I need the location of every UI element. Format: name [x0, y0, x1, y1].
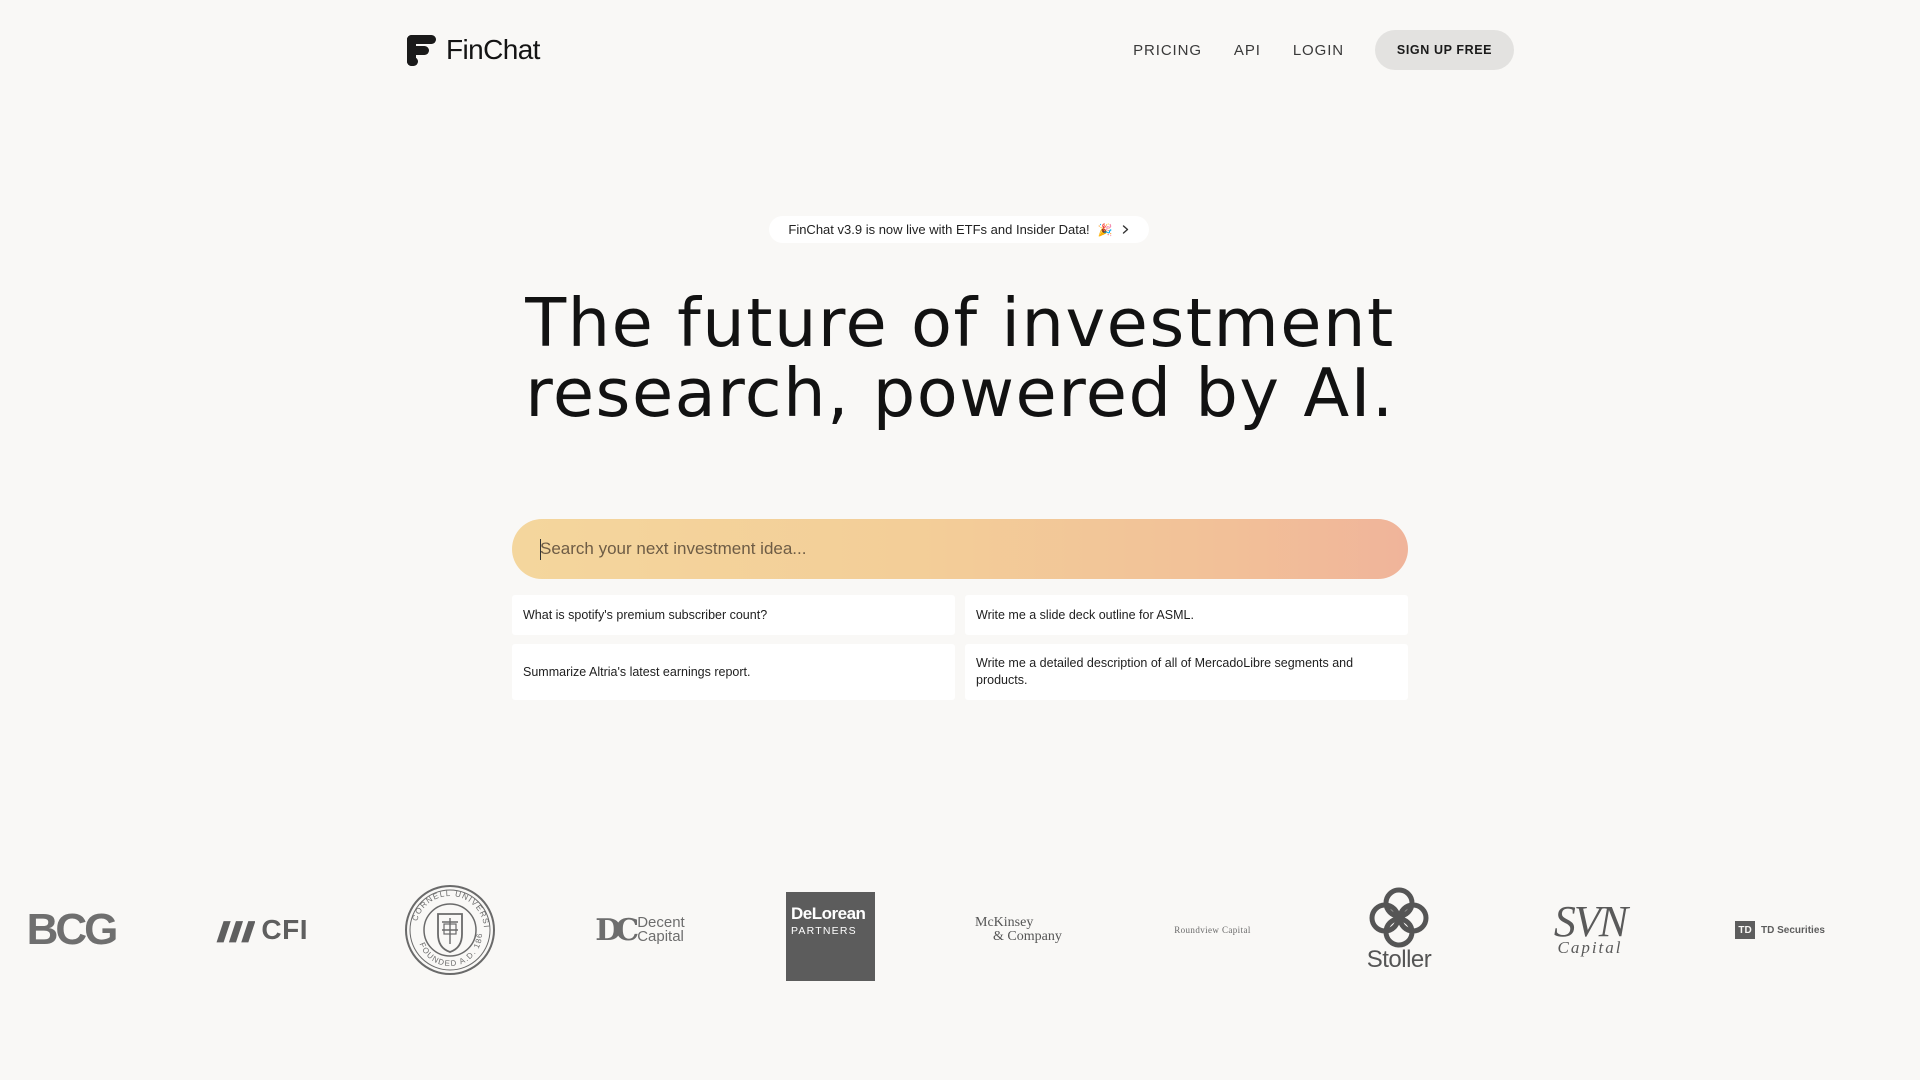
mckinsey-logo: McKinsey & Company: [975, 880, 1067, 980]
suggestion-card[interactable]: Write me a slide deck outline for ASML.: [965, 595, 1408, 635]
hero-title-line-1: The future of investment: [525, 284, 1395, 362]
suggestion-card[interactable]: Summarize Altria's latest earnings repor…: [512, 644, 955, 700]
signup-button[interactable]: SIGN UP FREE: [1375, 30, 1514, 70]
cfi-text: CFI: [261, 914, 308, 945]
nav-link-pricing[interactable]: PRICING: [1133, 42, 1202, 59]
cornell-seal-icon: CORNELL UNIVERSITY FOUNDED A.D. 1865: [404, 884, 495, 975]
brand-name: FinChat: [446, 34, 540, 65]
delorean-partners-logo: DeLorean PARTNERS: [786, 892, 875, 981]
mckinsey-text-2: & Company: [993, 929, 1062, 944]
landing-page: FinChat PRICING API LOGIN SIGN UP FREE F…: [0, 0, 1920, 1080]
svn-capital-logo: SVN Capital: [1540, 880, 1640, 980]
search-bar[interactable]: [512, 519, 1408, 579]
decent-capital-logo: DC Decent Capital: [594, 880, 686, 980]
td-securities-text: TD Securities: [1761, 924, 1825, 936]
suggestion-card[interactable]: Write me a detailed description of all o…: [965, 644, 1408, 700]
cfi-logo: CFI: [213, 880, 308, 980]
stoller-logo: Stoller: [1362, 880, 1436, 980]
top-nav: FinChat PRICING API LOGIN SIGN UP FREE: [407, 30, 1514, 70]
decent-capital-mark: DC: [595, 912, 639, 948]
roundview-capital-logo: Roundview Capital: [1174, 925, 1251, 935]
brand-logo[interactable]: FinChat: [407, 34, 540, 66]
cornell-logo: CORNELL UNIVERSITY FOUNDED A.D. 1865: [404, 880, 496, 980]
mckinsey-text-1: McKinsey: [975, 915, 1034, 930]
suggestion-card[interactable]: What is spotify's premium subscriber cou…: [512, 595, 955, 635]
search-input[interactable]: [540, 539, 1380, 559]
nav-links: PRICING API LOGIN SIGN UP FREE: [1133, 30, 1514, 70]
chevron-right-icon: [1122, 225, 1128, 234]
partners-text: PARTNERS: [791, 925, 857, 937]
cfi-mark-icon: [216, 921, 256, 943]
customer-logos: BCG CFI CORNELL UNIVERSITY FOUNDED A.D. …: [0, 880, 1920, 1000]
bcg-logo: BCG: [26, 905, 119, 954]
nav-link-api[interactable]: API: [1234, 42, 1261, 59]
td-mark: TD: [1735, 921, 1756, 939]
text-caret: [540, 539, 541, 560]
hero-title: The future of investment research, power…: [460, 288, 1460, 428]
svn-capital-text: Capital: [1557, 938, 1623, 957]
nav-link-login[interactable]: LOGIN: [1293, 42, 1344, 59]
stoller-text: Stoller: [1366, 946, 1432, 973]
hero-title-line-2: research, powered by AI.: [525, 354, 1395, 432]
announcement-banner[interactable]: FinChat v3.9 is now live with ETFs and I…: [769, 216, 1149, 243]
decent-capital-text-2: Capital: [637, 928, 684, 945]
svn-text: SVN: [1553, 897, 1628, 946]
delorean-text: DeLorean: [791, 904, 866, 923]
td-securities-logo: TD TD Securities: [1734, 880, 1826, 980]
finchat-logo-icon: [407, 34, 436, 66]
party-popper-icon: 🎉: [1097, 222, 1113, 237]
announcement-text: FinChat v3.9 is now live with ETFs and I…: [788, 222, 1090, 237]
stoller-knot-icon: [1369, 887, 1429, 948]
